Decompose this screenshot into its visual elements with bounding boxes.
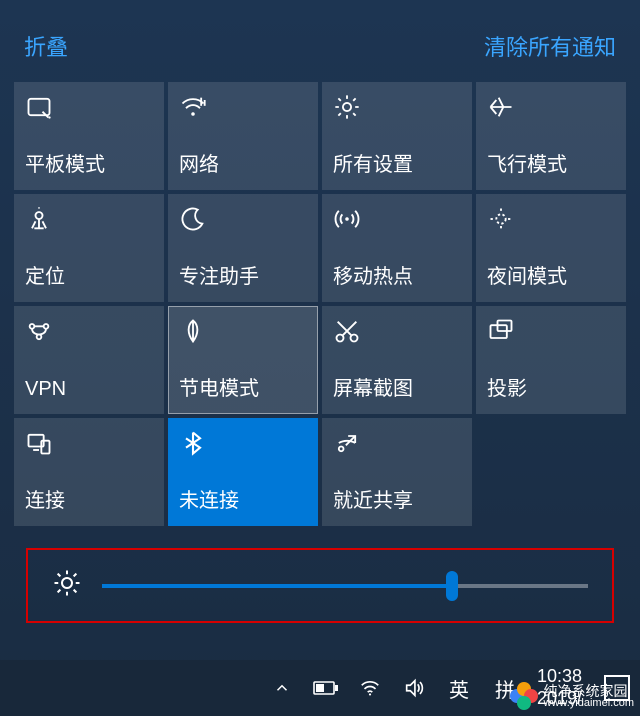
brightness-slider-highlighted	[26, 548, 614, 623]
watermark: 纯净系统家园 www.yidaimei.com	[510, 682, 634, 710]
tile-network[interactable]: 网络	[168, 82, 318, 190]
tile-bluetooth[interactable]: 未连接	[168, 418, 318, 526]
battery-icon[interactable]	[313, 675, 339, 701]
leaf-icon	[179, 317, 207, 345]
tile-label: VPN	[25, 378, 153, 401]
wifi-icon	[179, 93, 207, 121]
tile-label: 专注助手	[179, 260, 307, 289]
brightness-thumb[interactable]	[446, 571, 458, 601]
tile-label: 所有设置	[333, 148, 461, 177]
tile-vpn[interactable]: VPN	[14, 306, 164, 414]
tile-label: 飞行模式	[487, 148, 615, 177]
tile-project[interactable]: 投影	[476, 306, 626, 414]
tile-label: 连接	[25, 484, 153, 513]
project-icon	[487, 317, 515, 345]
vpn-icon	[25, 317, 53, 345]
airplane-icon	[487, 93, 515, 121]
tile-label: 夜间模式	[487, 260, 615, 289]
volume-icon[interactable]	[401, 675, 427, 701]
tablet-icon	[25, 93, 53, 121]
tile-label: 节电模式	[179, 372, 307, 401]
brightness-icon	[52, 568, 82, 603]
tile-connect[interactable]: 连接	[14, 418, 164, 526]
tile-battery-saver[interactable]: 节电模式	[168, 306, 318, 414]
tile-focus-assist[interactable]: 专注助手	[168, 194, 318, 302]
tile-airplane[interactable]: 飞行模式	[476, 82, 626, 190]
night-light-icon	[487, 205, 515, 233]
tile-label: 屏幕截图	[333, 372, 461, 401]
moon-icon	[179, 205, 207, 233]
hotspot-icon	[333, 205, 361, 233]
gear-icon	[333, 93, 361, 121]
tile-label: 定位	[25, 260, 153, 289]
tile-label: 未连接	[179, 484, 307, 513]
brightness-fill	[102, 584, 452, 588]
tile-label: 移动热点	[333, 260, 461, 289]
share-icon	[333, 429, 361, 457]
watermark-logo-icon	[510, 682, 538, 710]
collapse-link[interactable]: 折叠	[24, 30, 68, 62]
wifi-tray-icon[interactable]	[357, 675, 383, 701]
tile-near-share[interactable]: 就近共享	[322, 418, 472, 526]
location-icon	[25, 205, 53, 233]
tile-label: 就近共享	[333, 484, 461, 513]
watermark-title: 纯净系统家园	[544, 684, 634, 698]
connect-icon	[25, 429, 53, 457]
tile-label: 投影	[487, 372, 615, 401]
tile-snip[interactable]: 屏幕截图	[322, 306, 472, 414]
ime-lang[interactable]: 英	[445, 674, 473, 703]
tray-chevron-icon[interactable]	[269, 675, 295, 701]
tile-tablet-mode[interactable]: 平板模式	[14, 82, 164, 190]
tile-all-settings[interactable]: 所有设置	[322, 82, 472, 190]
bluetooth-icon	[179, 429, 207, 457]
tile-label: 网络	[179, 148, 307, 177]
tile-hotspot[interactable]: 移动热点	[322, 194, 472, 302]
tile-location[interactable]: 定位	[14, 194, 164, 302]
snip-icon	[333, 317, 361, 345]
tile-night-light[interactable]: 夜间模式	[476, 194, 626, 302]
tile-label: 平板模式	[25, 148, 153, 177]
brightness-slider[interactable]	[102, 584, 588, 588]
clear-all-link[interactable]: 清除所有通知	[484, 30, 616, 62]
watermark-url: www.yidaimei.com	[544, 698, 634, 709]
